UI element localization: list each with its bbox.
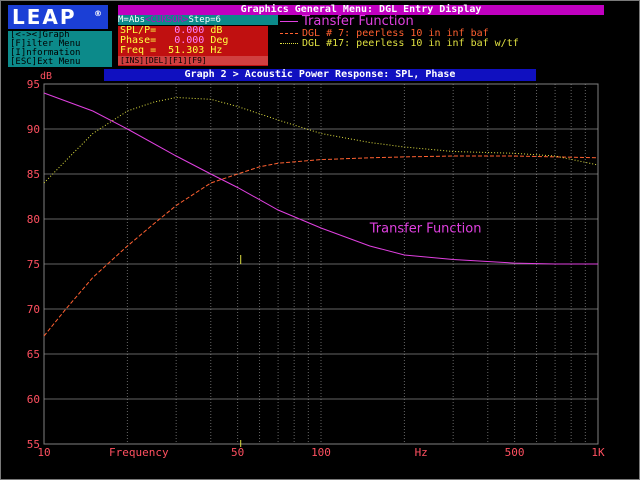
- x-tick-label: 100: [311, 446, 331, 459]
- y-tick-label: 60: [27, 393, 40, 406]
- x-tick-label: 500: [505, 446, 525, 459]
- x-tick-label: 50: [231, 446, 244, 459]
- y-tick-label: 95: [27, 78, 40, 91]
- x-axis-unit: Hz: [415, 446, 428, 459]
- y-tick-label: 75: [27, 258, 40, 271]
- y-tick-label: 85: [27, 168, 40, 181]
- series-line-0: [43, 92, 598, 265]
- y-tick-label: 65: [27, 348, 40, 361]
- x-tick-label: 10: [37, 446, 50, 459]
- y-tick-label: 70: [27, 303, 40, 316]
- y-tick-label: 80: [27, 213, 40, 226]
- transfer-function-annotation: Transfer Function: [369, 222, 482, 237]
- series-line-2: [43, 96, 599, 184]
- y-tick-label: 90: [27, 123, 40, 136]
- x-axis-title: Frequency: [109, 446, 169, 459]
- response-chart[interactable]: 55606570758085909510 50 100 500 1KFrequency H…: [0, 0, 640, 480]
- x-tick-label: 1K: [591, 446, 605, 459]
